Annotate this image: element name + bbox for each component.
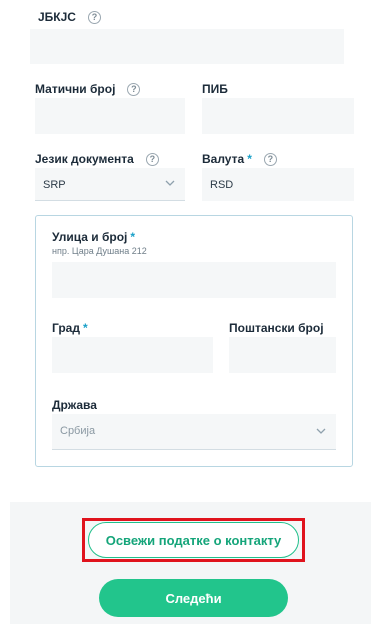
- jezik-dokumenta-label: Језик документа ?: [35, 152, 159, 166]
- valuta-input[interactable]: RSD: [202, 168, 354, 201]
- help-icon[interactable]: ?: [127, 82, 141, 96]
- help-icon[interactable]: ?: [87, 10, 101, 24]
- chevron-down-icon: [165, 180, 175, 186]
- grad-label: Град *: [52, 321, 88, 335]
- maticni-broj-input[interactable]: [35, 98, 185, 134]
- jbkjs-input[interactable]: [30, 29, 344, 64]
- valuta-label: Валута * ?: [202, 152, 277, 166]
- grad-input[interactable]: [52, 337, 213, 373]
- ulica-hint: нпр. Цара Душана 212: [52, 246, 147, 256]
- drzava-select[interactable]: Србија: [52, 414, 336, 450]
- jezik-dokumenta-select[interactable]: SRP: [35, 168, 185, 201]
- ulica-label: Улица и број *: [52, 230, 136, 244]
- ulica-input[interactable]: [52, 262, 336, 298]
- chevron-down-icon: [316, 428, 326, 434]
- postanski-broj-label: Поштански број: [229, 321, 324, 335]
- drzava-label: Држава: [52, 398, 97, 412]
- pib-input[interactable]: [202, 98, 354, 134]
- maticni-broj-label: Матични број ?: [35, 82, 141, 96]
- pib-label: ПИБ: [202, 82, 228, 96]
- next-button[interactable]: Следећи: [99, 579, 288, 617]
- refresh-contact-button[interactable]: Освежи податке о контакту: [88, 522, 299, 558]
- help-icon[interactable]: ?: [145, 152, 159, 166]
- jbkjs-label: ЈБКЈС ?: [38, 10, 101, 24]
- postanski-broj-input[interactable]: [229, 337, 336, 373]
- help-icon[interactable]: ?: [263, 152, 277, 166]
